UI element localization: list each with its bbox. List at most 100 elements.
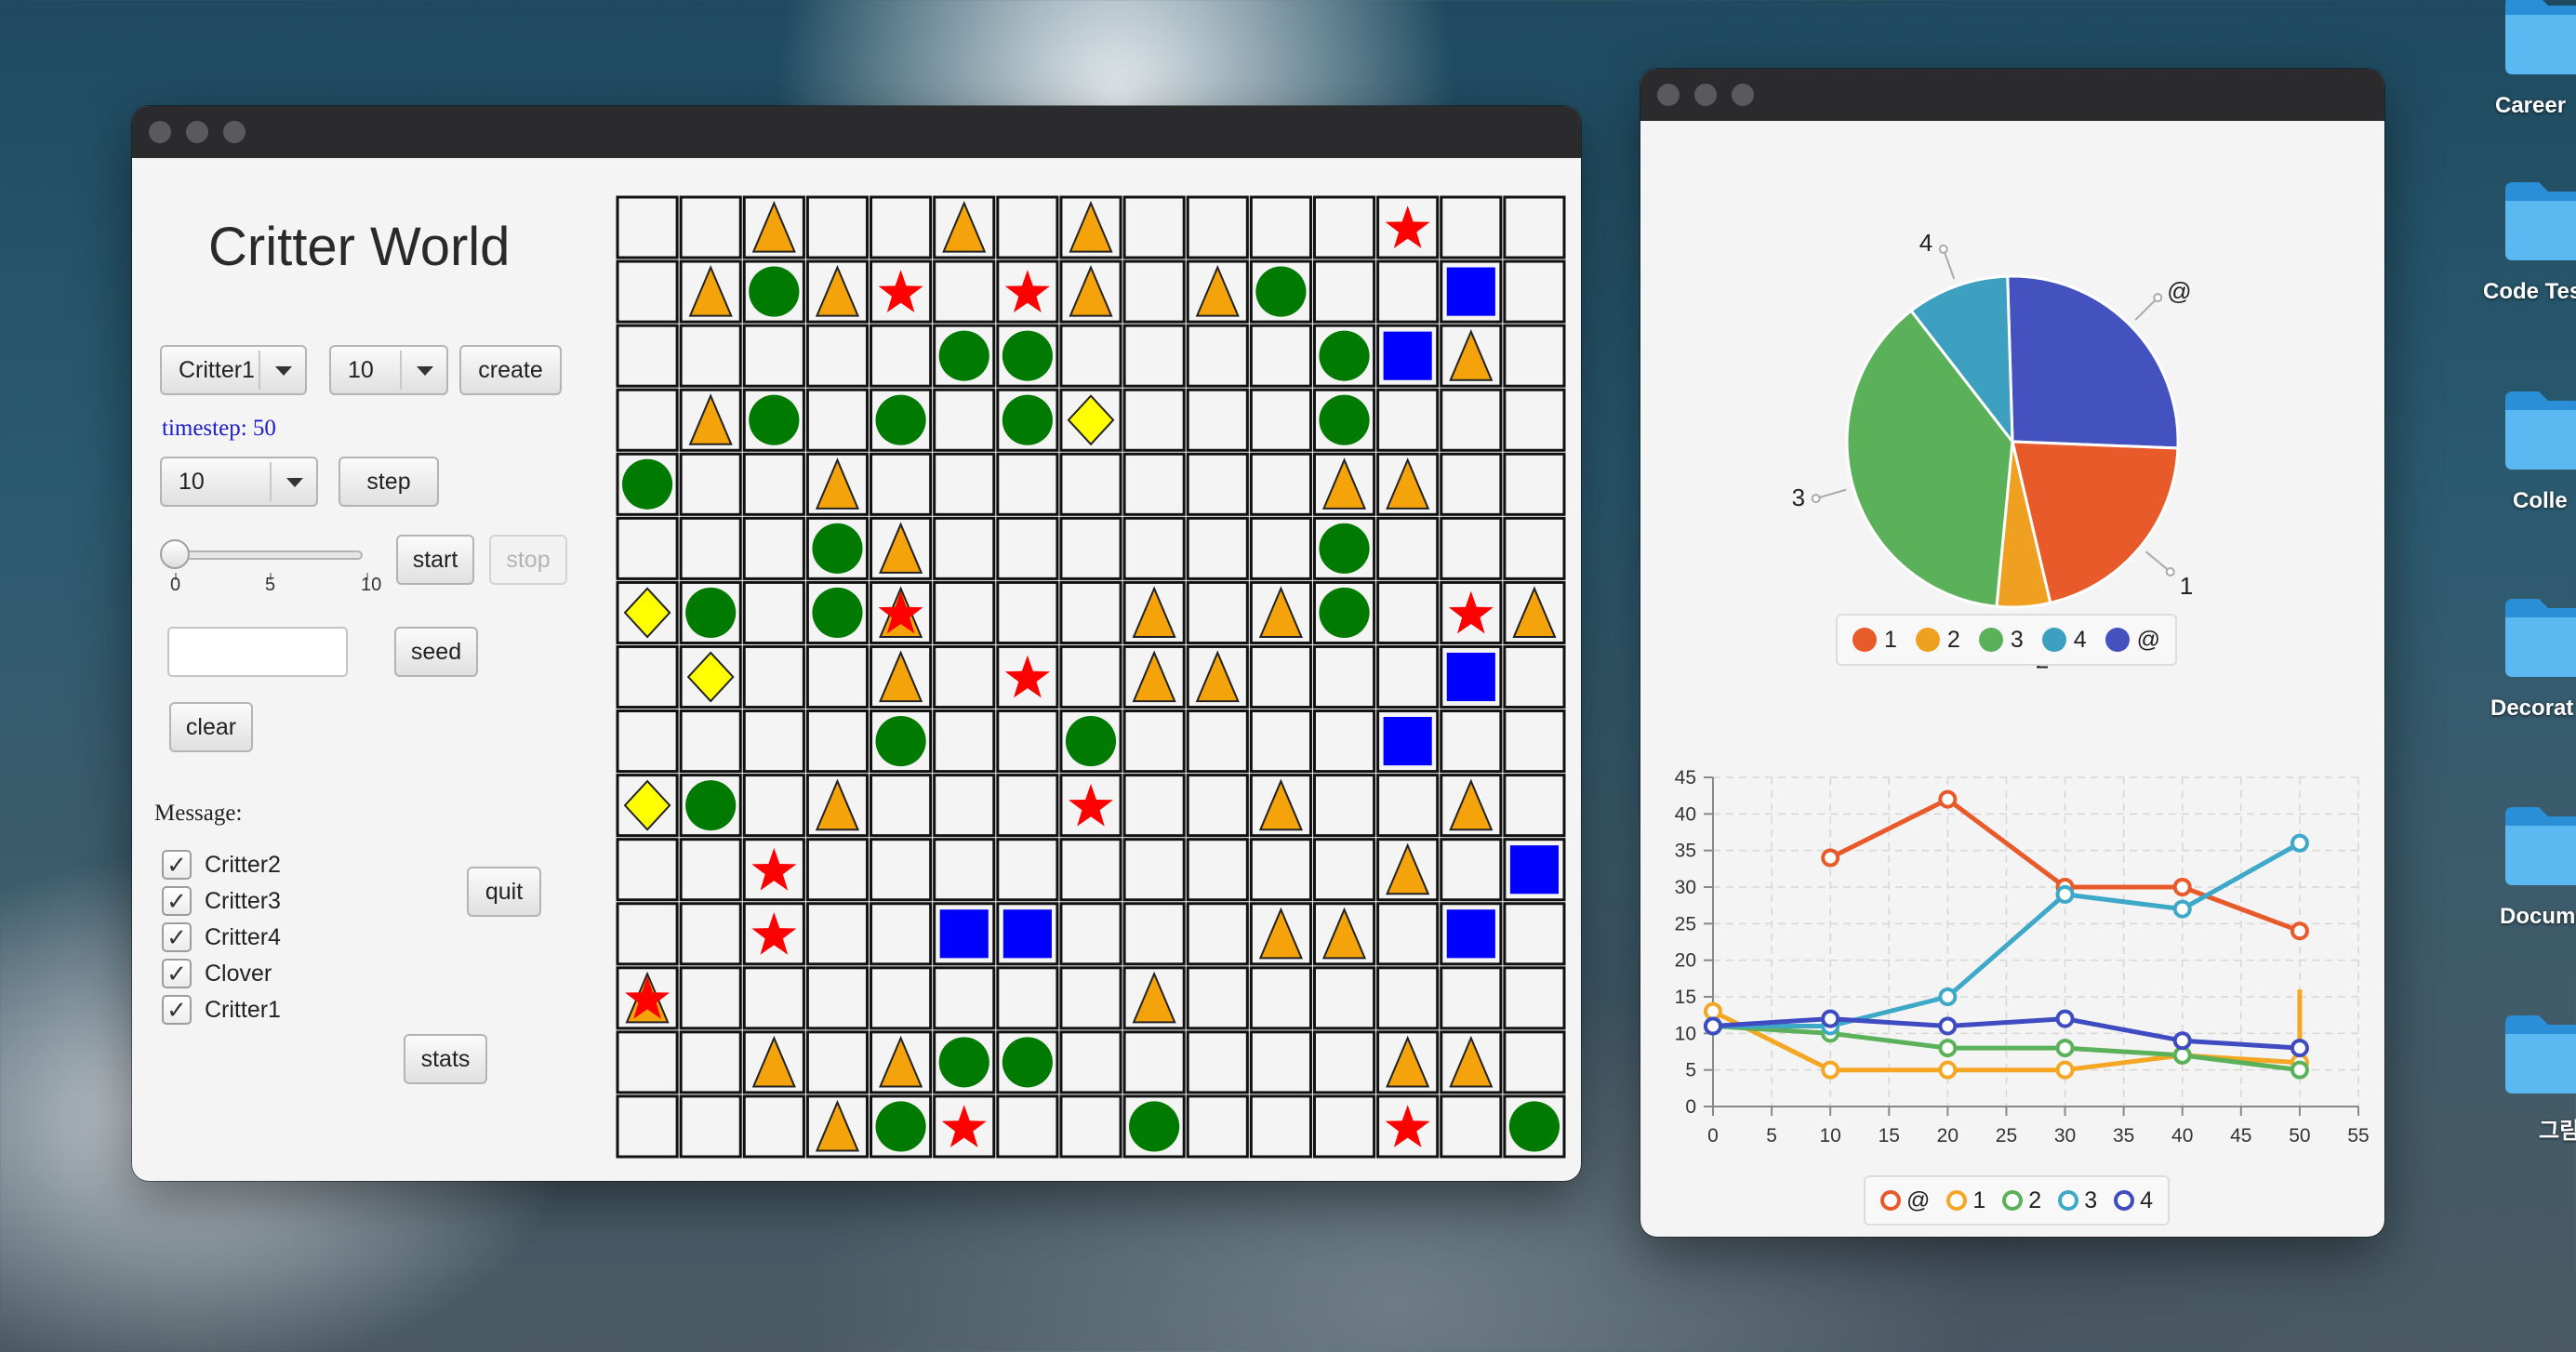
grid-cell (616, 709, 679, 774)
series-point (2055, 884, 2075, 904)
grid-cell (616, 259, 679, 324)
legend-label: 3 (2010, 626, 2024, 653)
maximize-window-button[interactable] (223, 121, 246, 143)
critter-world-window: Critter World Critter1 10 create timeste… (132, 106, 1581, 1181)
grid-cell (1503, 1030, 1566, 1094)
grid-cell (1312, 966, 1376, 1030)
grid-cell (1059, 838, 1122, 902)
critter-checkbox-row[interactable]: ✓ Critter2 (162, 850, 281, 880)
critter-square (1446, 909, 1495, 959)
grid-cell (1503, 709, 1566, 774)
stop-button[interactable]: stop (489, 535, 567, 585)
checkbox[interactable]: ✓ (162, 959, 192, 988)
desktop-folder[interactable] (2502, 0, 2576, 79)
stats-window: @1 2 3 4 1 2 3 4 @ 0 5 10 15 20 25 30 35 40 45 50 55 0 5 10 15… (1640, 69, 2384, 1237)
grid-cell (1503, 195, 1566, 259)
world-grid[interactable] (616, 195, 1566, 1159)
legend-label: 1 (1972, 1186, 1986, 1213)
desktop-folder[interactable] (2502, 1010, 2576, 1098)
critter-checkbox-row[interactable]: ✓ Clover (162, 959, 272, 988)
grid-cell (933, 774, 996, 838)
series-point (1821, 848, 1840, 868)
seed-input[interactable] (167, 627, 348, 677)
minimize-window-button[interactable] (1694, 84, 1717, 106)
checkbox[interactable]: ✓ (162, 850, 192, 880)
critter-checkbox-row[interactable]: ✓ Critter4 (162, 922, 281, 952)
critter-type-select[interactable]: Critter1 (160, 345, 307, 395)
critter-checkbox-row[interactable]: ✓ Critter1 (162, 995, 281, 1025)
grid-cell (1122, 259, 1186, 324)
grid-cell (1440, 195, 1503, 259)
grid-cell (616, 195, 679, 259)
critter-checkbox-row[interactable]: ✓ Critter3 (162, 886, 281, 916)
grid-cell (1440, 709, 1503, 774)
create-button[interactable]: create (459, 345, 562, 395)
slider-thumb[interactable] (160, 539, 190, 569)
desktop-folder[interactable] (2502, 593, 2576, 682)
step-button[interactable]: step (339, 457, 439, 507)
pie-legend-item: 1 (1852, 627, 1897, 654)
seed-button[interactable]: seed (394, 627, 478, 677)
grid-cell (1440, 452, 1503, 516)
critter-circle (875, 1101, 926, 1152)
population-line-chart: 0 5 10 15 20 25 30 35 40 45 50 55 0 5 10 15 20 25 30 35 40 45 (1675, 767, 2370, 1147)
critter-circle (749, 394, 800, 445)
series-point (2055, 1039, 2075, 1058)
create-count-value: 10 (348, 356, 374, 383)
grid-cell (805, 195, 870, 259)
message-label: Message: (154, 801, 243, 826)
desktop-folder[interactable] (2502, 386, 2576, 474)
series-point (1938, 1016, 1958, 1036)
separator (400, 351, 402, 390)
close-window-button[interactable] (149, 121, 171, 143)
critter-circle (1319, 330, 1370, 381)
clear-button[interactable]: clear (169, 702, 253, 752)
checkbox[interactable]: ✓ (162, 995, 192, 1025)
legend-marker (1946, 1190, 1968, 1211)
start-button[interactable]: start (396, 535, 474, 585)
grid-cell (679, 966, 742, 1030)
stats-button[interactable]: stats (404, 1034, 487, 1084)
series-point (2290, 1060, 2309, 1080)
critter-circle (685, 587, 737, 638)
grid-cell (1440, 838, 1503, 902)
grid-cell (1186, 452, 1249, 516)
series-point (2172, 1045, 2192, 1065)
checkbox[interactable]: ✓ (162, 886, 192, 916)
legend-label: 3 (2084, 1186, 2098, 1213)
grid-cell (1376, 259, 1440, 324)
close-window-button[interactable] (1657, 84, 1680, 106)
grid-cell (1059, 516, 1122, 580)
pie-legend-item: 3 (1978, 626, 2024, 654)
create-count-select[interactable]: 10 (329, 345, 448, 395)
checkbox[interactable]: ✓ (162, 922, 192, 952)
quit-button[interactable]: quit (467, 867, 541, 917)
grid-cell (1376, 644, 1440, 709)
step-count-select[interactable]: 10 (160, 457, 318, 507)
x-tick-label: 45 (2230, 1125, 2251, 1147)
line-legend: @1 2 3 4 (1864, 1175, 2171, 1226)
grid-cell (1376, 388, 1440, 452)
minimize-window-button[interactable] (186, 121, 208, 143)
grid-cell (933, 388, 996, 452)
critter-square (1383, 717, 1432, 766)
chevron-down-icon (417, 366, 433, 376)
maximize-window-button[interactable] (1732, 84, 1754, 106)
grid-cell (1186, 774, 1249, 838)
pie-leader-line (1815, 488, 1847, 500)
desktop-folder[interactable] (2502, 177, 2576, 265)
grid-cell (870, 902, 933, 966)
slider-label-mid: 5 (265, 575, 276, 595)
pie-legend-item: 2 (1915, 627, 1960, 654)
grid-cell (1122, 709, 1186, 774)
pie-legend: 1 2 3 4 @ (1836, 614, 2178, 666)
grid-cell (1249, 452, 1312, 516)
desktop-folder[interactable] (2502, 802, 2576, 890)
folder-icon (2505, 391, 2576, 470)
grid-cell (1503, 902, 1566, 966)
separator (270, 462, 272, 501)
grid-cell (933, 966, 996, 1030)
chevron-down-icon (286, 478, 303, 487)
grid-cell (1059, 580, 1122, 644)
grid-cell (616, 516, 679, 580)
